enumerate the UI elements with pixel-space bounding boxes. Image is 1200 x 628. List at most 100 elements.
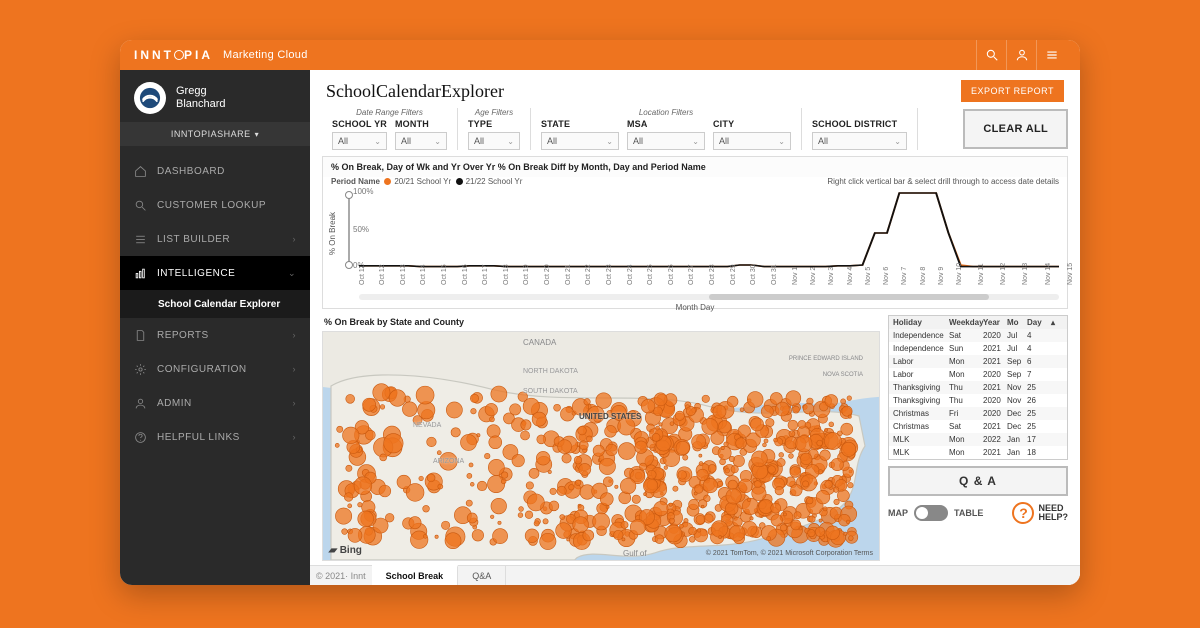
user-name: Gregg Blanchard <box>176 85 226 111</box>
app-window: INNTPIA Marketing Cloud Gregg Blanchard <box>120 40 1080 585</box>
legend-series-b: 21/22 School Yr <box>466 177 523 186</box>
help-icon <box>134 431 147 444</box>
filter-label-month: MONTH <box>395 119 447 129</box>
sidebar-item-customer-lookup[interactable]: CUSTOMER LOOKUP <box>120 188 310 222</box>
chevron-down-icon: ⌄ <box>434 137 441 146</box>
menu-button[interactable] <box>1036 40 1066 70</box>
sidebar-item-helpful-links[interactable]: HELPFUL LINKS › <box>120 420 310 454</box>
map-label-nd: NORTH DAKOTA <box>523 368 578 375</box>
search-button[interactable] <box>976 40 1006 70</box>
filtergroup-location: Location Filters STATE All⌄ MSA All⌄ CIT… <box>531 108 802 150</box>
menu-icon <box>1045 48 1059 62</box>
legend-dot-icon <box>456 178 463 185</box>
filtergroup-title: Date Range Filters <box>332 108 447 117</box>
sidebar-item-reports[interactable]: REPORTS › <box>120 318 310 352</box>
footer-copyright: © 2021· Innt <box>310 566 372 585</box>
list-icon <box>134 233 147 246</box>
share-label: INNTOPIASHARE <box>171 129 251 139</box>
clear-all-button[interactable]: CLEAR ALL <box>963 109 1068 149</box>
map-table-toggle[interactable] <box>914 505 948 521</box>
chevron-down-icon: ⌄ <box>374 137 381 146</box>
toggle-label-map: MAP <box>888 508 908 518</box>
export-report-button[interactable]: EXPORT REPORT <box>961 80 1064 102</box>
need-help-button[interactable]: ? NEEDHELP? <box>1012 502 1068 524</box>
filter-type[interactable]: All⌄ <box>468 132 520 150</box>
filtergroup-title: Age Filters <box>468 108 520 117</box>
toggle-label-table: TABLE <box>954 508 983 518</box>
question-icon: ? <box>1012 502 1034 524</box>
tab-qa[interactable]: Q&A <box>458 566 506 585</box>
legend-series-a: 20/21 School Yr <box>394 177 451 186</box>
chevron-down-icon: ⌄ <box>894 137 901 146</box>
chevron-right-icon: › <box>293 398 297 408</box>
x-axis-ticks: Oct 11Oct 12Oct 13Oct 14Oct 15Oct 16Oct … <box>359 269 1059 289</box>
filter-label-type: TYPE <box>468 119 520 129</box>
map-provider: ▰Bing <box>329 545 362 556</box>
sidebar-item-dashboard[interactable]: DASHBOARD <box>120 154 310 188</box>
chart-legend: Period Name 20/21 School Yr 21/22 School… <box>331 177 522 186</box>
home-icon <box>134 165 147 178</box>
sidebar-subitem-school-calendar[interactable]: School Calendar Explorer <box>120 290 310 318</box>
chevron-down-icon: ▾ <box>255 130 260 139</box>
map-label-country: UNITED STATES <box>579 412 641 421</box>
filter-city[interactable]: All⌄ <box>713 132 791 150</box>
sidebar-item-admin[interactable]: ADMIN › <box>120 386 310 420</box>
holidays-table[interactable]: HolidayWeekdayYearMoDay▴IndependenceSat2… <box>888 315 1068 460</box>
sidebar-item-label: LIST BUILDER <box>157 234 230 245</box>
chart-title: % On Break, Day of Wk and Yr Over Yr % O… <box>323 157 1067 177</box>
brand-o-icon <box>174 50 184 60</box>
filtergroup-title <box>812 108 907 117</box>
lower-row: % On Break by State and County UNITED ST… <box>310 315 1080 565</box>
filter-state[interactable]: All⌄ <box>541 132 619 150</box>
filter-label-state: STATE <box>541 119 619 129</box>
user-icon <box>1015 48 1029 62</box>
filter-school-yr[interactable]: All⌄ <box>332 132 387 150</box>
chevron-down-icon: ⌄ <box>692 137 699 146</box>
chart[interactable]: % On Break 100% 50% 0% Oct <box>323 189 1067 294</box>
filtergroup-title: Location Filters <box>541 108 791 117</box>
avatar <box>134 82 166 114</box>
filtergroup-date: Date Range Filters SCHOOL YR All⌄ MONTH … <box>322 108 458 150</box>
chart-icon <box>134 267 147 280</box>
account-button[interactable] <box>1006 40 1036 70</box>
x-axis-label: Month Day <box>323 303 1067 312</box>
legend-dot-icon <box>384 178 391 185</box>
filter-label-msa: MSA <box>627 119 705 129</box>
filter-district[interactable]: All⌄ <box>812 132 907 150</box>
sidebar: Gregg Blanchard INNTOPIASHARE ▾ DASHBOARD… <box>120 70 310 585</box>
sidebar-item-label: CONFIGURATION <box>157 364 247 375</box>
user-first: Gregg <box>176 85 226 98</box>
sidebar-item-configuration[interactable]: CONFIGURATION › <box>120 352 310 386</box>
map-table-toggle-row: MAP TABLE ? NEEDHELP? <box>888 502 1068 524</box>
y-range-slider[interactable] <box>347 191 351 269</box>
sidebar-item-label: HELPFUL LINKS <box>157 432 240 443</box>
sidebar-item-intelligence[interactable]: INTELLIGENCE ⌄ <box>120 256 310 290</box>
qa-button[interactable]: Q & A <box>888 466 1068 496</box>
document-icon <box>134 329 147 342</box>
map[interactable]: UNITED STATES CANADA Gulf of NOVA SCOTIA… <box>322 331 880 561</box>
chevron-down-icon: ⌄ <box>288 268 296 279</box>
profile: Gregg Blanchard <box>120 70 310 122</box>
chevron-right-icon: › <box>293 432 297 442</box>
filter-month[interactable]: All⌄ <box>395 132 447 150</box>
map-label-pei: PRINCE EDWARD ISLAND <box>789 356 863 362</box>
chart-scrollbar[interactable] <box>359 294 1059 300</box>
top-bar: INNTPIA Marketing Cloud <box>120 40 1080 70</box>
sidebar-item-label: INTELLIGENCE <box>157 268 235 279</box>
sidebar-item-list-builder[interactable]: LIST BUILDER › <box>120 222 310 256</box>
map-label-nv: NEVADA <box>413 422 441 429</box>
sidebar-item-label: DASHBOARD <box>157 166 225 177</box>
map-credits: © 2021 TomTom, © 2021 Microsoft Corporat… <box>706 550 873 557</box>
page-title: SchoolCalendarExplorer <box>326 81 504 102</box>
chevron-right-icon: › <box>293 330 297 340</box>
share-dropdown[interactable]: INNTOPIASHARE ▾ <box>120 122 310 146</box>
search-icon <box>134 199 147 212</box>
tab-school-break[interactable]: School Break <box>372 565 459 585</box>
filter-msa[interactable]: All⌄ <box>627 132 705 150</box>
chart-hint: Right click vertical bar & select drill … <box>827 177 1059 186</box>
map-label-gulf: Gulf of <box>623 549 647 558</box>
chevron-right-icon: › <box>293 364 297 374</box>
main-content: SchoolCalendarExplorer EXPORT REPORT Dat… <box>310 70 1080 585</box>
filter-label-schoolyr: SCHOOL YR <box>332 119 387 129</box>
chart-plot <box>359 189 1059 269</box>
